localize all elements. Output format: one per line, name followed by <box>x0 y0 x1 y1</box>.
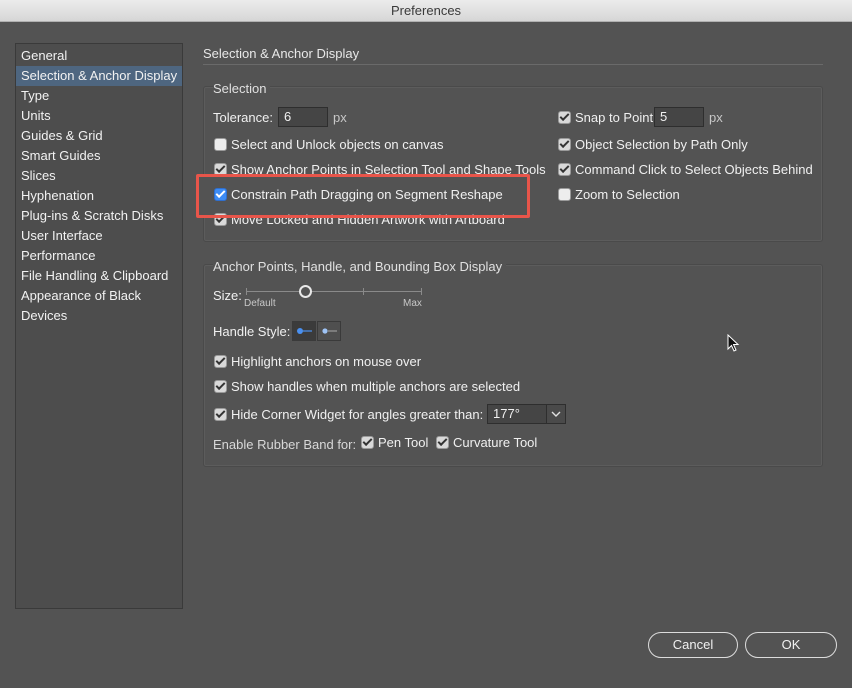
zoom-to-selection-checkbox[interactable] <box>558 188 571 201</box>
corner-angle-select[interactable]: 177° <box>487 404 547 424</box>
rubber-band-label: Enable Rubber Band for: <box>213 437 357 452</box>
sidebar-item-smart-guides[interactable]: Smart Guides <box>16 146 182 166</box>
command-click-label: Command Click to Select Objects Behind <box>575 162 813 177</box>
highlight-anchors-checkbox[interactable] <box>214 355 227 368</box>
window-title: Preferences <box>390 3 462 18</box>
object-selection-label: Object Selection by Path Only <box>575 137 748 152</box>
show-handles-label: Show handles when multiple anchors are s… <box>231 379 521 394</box>
sidebar-item-appearance-of-black[interactable]: Appearance of Black <box>16 286 182 306</box>
preferences-sidebar: General Selection & Anchor Display Type … <box>15 43 183 609</box>
handle-style-hollow-button[interactable] <box>317 321 341 341</box>
size-slider-track[interactable] <box>246 291 422 292</box>
select-unlock-label: Select and Unlock objects on canvas <box>231 137 444 152</box>
size-slider-tick <box>246 288 247 295</box>
command-click-checkbox[interactable] <box>558 163 571 176</box>
chevron-down-icon <box>551 411 561 417</box>
handle-solid-icon <box>297 328 312 334</box>
panel-title-divider <box>203 64 823 65</box>
sidebar-item-hyphenation[interactable]: Hyphenation <box>16 186 182 206</box>
highlight-anchors-label: Highlight anchors on mouse over <box>231 354 422 369</box>
pen-tool-label: Pen Tool <box>378 435 429 450</box>
select-unlock-checkbox[interactable] <box>214 138 227 151</box>
snap-to-point-unit: px <box>709 110 723 125</box>
handle-style-label: Handle Style: <box>213 324 291 339</box>
size-min-label: Default <box>244 298 276 309</box>
size-label: Size: <box>213 288 242 303</box>
corner-angle-dropdown-button[interactable] <box>546 404 566 424</box>
pen-tool-checkbox[interactable] <box>361 436 374 449</box>
tolerance-label: Tolerance: <box>213 110 273 125</box>
tolerance-input[interactable]: 6 <box>278 107 328 127</box>
mouse-cursor-icon <box>727 334 740 352</box>
size-slider-knob[interactable] <box>299 285 312 298</box>
snap-to-point-checkbox[interactable] <box>558 111 571 124</box>
sidebar-item-slices[interactable]: Slices <box>16 166 182 186</box>
sidebar-item-type[interactable]: Type <box>16 86 182 106</box>
sidebar-item-general[interactable]: General <box>16 46 182 66</box>
window-titlebar: Preferences <box>0 0 852 22</box>
sidebar-item-performance[interactable]: Performance <box>16 246 182 266</box>
size-max-label: Max <box>403 298 422 309</box>
snap-to-point-label: Snap to Point <box>575 110 654 125</box>
highlight-box <box>196 174 530 218</box>
sidebar-item-file-handling-clipboard[interactable]: File Handling & Clipboard <box>16 266 182 286</box>
cancel-button[interactable]: Cancel <box>648 632 738 658</box>
sidebar-item-guides-grid[interactable]: Guides & Grid <box>16 126 182 146</box>
size-slider-tick <box>421 288 422 295</box>
handle-style-solid-button[interactable] <box>292 321 316 341</box>
sidebar-item-devices[interactable]: Devices <box>16 306 182 326</box>
tolerance-unit: px <box>333 110 347 125</box>
anchor-group-title: Anchor Points, Handle, and Bounding Box … <box>213 259 507 274</box>
zoom-to-selection-label: Zoom to Selection <box>575 187 680 202</box>
hide-corner-label: Hide Corner Widget for angles greater th… <box>231 407 484 422</box>
hide-corner-checkbox[interactable] <box>214 408 227 421</box>
ok-button[interactable]: OK <box>745 632 837 658</box>
size-slider-tick <box>363 288 364 295</box>
selection-group-title: Selection <box>213 81 271 96</box>
panel-title: Selection & Anchor Display <box>203 46 360 61</box>
handle-hollow-icon <box>322 328 337 334</box>
sidebar-item-units[interactable]: Units <box>16 106 182 126</box>
sidebar-item-selection-anchor-display[interactable]: Selection & Anchor Display <box>16 66 182 86</box>
show-handles-checkbox[interactable] <box>214 380 227 393</box>
snap-to-point-input[interactable]: 5 <box>654 107 704 127</box>
curvature-tool-checkbox[interactable] <box>436 436 449 449</box>
curvature-tool-label: Curvature Tool <box>453 435 538 450</box>
object-selection-checkbox[interactable] <box>558 138 571 151</box>
sidebar-item-plugins-scratch-disks[interactable]: Plug-ins & Scratch Disks <box>16 206 182 226</box>
sidebar-item-user-interface[interactable]: User Interface <box>16 226 182 246</box>
